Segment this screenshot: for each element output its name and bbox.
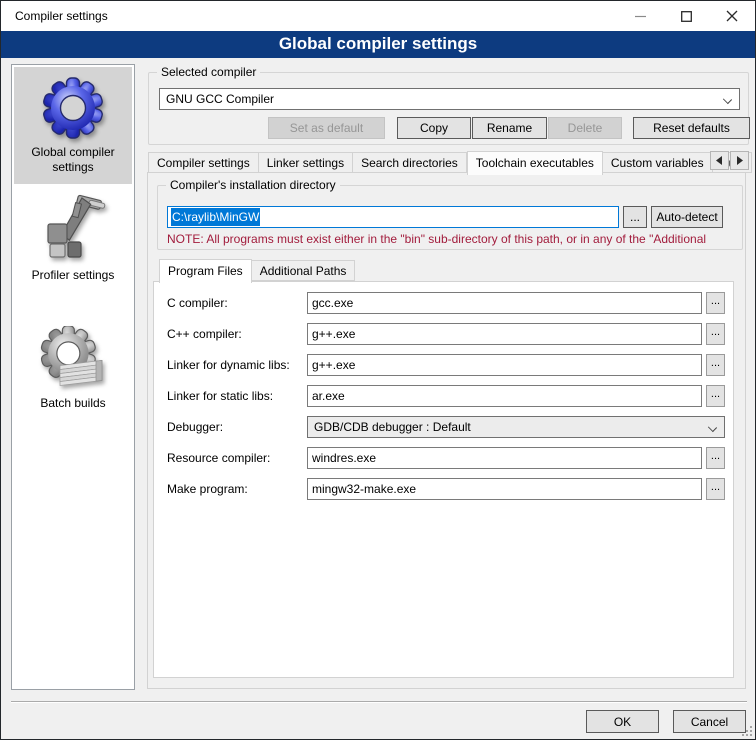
caliper-icon [40,194,106,264]
static-linker-label: Linker for static libs: [167,385,273,407]
tab-scroll-buttons [709,151,749,170]
sidebar-item-profiler-settings[interactable]: Profiler settings [14,186,132,292]
close-button[interactable] [709,1,755,31]
c-compiler-browse-button[interactable]: ... [706,292,725,314]
dynamic-linker-input[interactable] [307,354,702,376]
cpp-compiler-input[interactable] [307,323,702,345]
minimize-button[interactable] [617,1,663,31]
installation-directory-input[interactable]: C:\raylib\MinGW [167,206,619,228]
settings-category-list: Global compiler settings Profiler settin… [11,64,135,690]
resource-compiler-input[interactable] [307,447,702,469]
subtab-program-files[interactable]: Program Files [159,259,252,283]
tab-search-directories[interactable]: Search directories [353,152,467,173]
debugger-select-value: GDB/CDB debugger : Default [314,420,471,434]
ok-button[interactable]: OK [586,710,659,733]
selected-compiler-group: Selected compiler GNU GCC Compiler Set a… [148,72,749,145]
minimize-icon [635,11,646,22]
compiler-settings-window: Compiler settings Global compiler settin… [0,0,756,740]
tab-right-arrow-icon [736,156,743,165]
c-compiler-input[interactable] [307,292,702,314]
bin-subdirectory-note: NOTE: All programs must exist either in … [167,232,743,246]
titlebar[interactable]: Compiler settings [1,1,755,31]
footer-divider [11,701,747,703]
subtab-additional-paths[interactable]: Additional Paths [252,260,356,281]
chevron-down-icon [723,95,732,104]
window-title: Compiler settings [15,1,108,31]
tab-scroll-right-button[interactable] [730,151,749,170]
c-compiler-label: C compiler: [167,292,228,314]
cpp-compiler-label: C++ compiler: [167,323,242,345]
dynamic-linker-label: Linker for dynamic libs: [167,354,290,376]
program-files-page: C compiler: ... C++ compiler: ... Linker… [153,281,734,678]
gear-stack-icon [40,326,106,392]
debugger-select[interactable]: GDB/CDB debugger : Default [307,416,725,438]
static-linker-browse-button[interactable]: ... [706,385,725,407]
static-linker-input[interactable] [307,385,702,407]
tab-custom-variables[interactable]: Custom variables [603,152,713,173]
reset-defaults-button[interactable]: Reset defaults [633,117,750,139]
make-program-input[interactable] [307,478,702,500]
installation-directory-group-label: Compiler's installation directory [166,178,340,192]
blue-gear-icon [40,75,106,141]
selected-compiler-group-label: Selected compiler [157,65,260,79]
sidebar-item-global-compiler-settings[interactable]: Global compiler settings [14,67,132,184]
maximize-button[interactable] [663,1,709,31]
page-title: Global compiler settings [1,31,755,58]
debugger-label: Debugger: [167,416,223,438]
resize-grip[interactable] [742,726,753,737]
delete-button[interactable]: Delete [548,117,622,139]
settings-tabbar: Compiler settings Linker settings Search… [148,151,752,173]
compiler-select-value: GNU GCC Compiler [166,92,274,106]
make-program-label: Make program: [167,478,248,500]
dynamic-linker-browse-button[interactable]: ... [706,354,725,376]
sidebar-item-label: Profiler settings [14,268,132,283]
close-icon [726,10,738,22]
tab-linker-settings[interactable]: Linker settings [259,152,353,173]
sidebar-item-batch-builds[interactable]: Batch builds [14,318,132,420]
sidebar-item-label: Batch builds [14,396,132,411]
cancel-button[interactable]: Cancel [673,710,746,733]
auto-detect-button[interactable]: Auto-detect [651,206,723,228]
set-as-default-button[interactable]: Set as default [268,117,385,139]
tab-left-arrow-icon [716,156,723,165]
sidebar-item-label: Global compiler settings [14,145,132,175]
tab-scroll-left-button[interactable] [710,151,729,170]
make-program-browse-button[interactable]: ... [706,478,725,500]
installation-directory-value: C:\raylib\MinGW [171,208,260,226]
browse-directory-button[interactable]: ... [623,206,647,228]
tab-toolchain-executables[interactable]: Toolchain executables [467,151,603,175]
toolchain-subtabbar: Program Files Additional Paths [159,259,355,281]
rename-button[interactable]: Rename [472,117,547,139]
tab-compiler-settings[interactable]: Compiler settings [148,152,259,173]
cpp-compiler-browse-button[interactable]: ... [706,323,725,345]
resource-compiler-label: Resource compiler: [167,447,270,469]
resource-compiler-browse-button[interactable]: ... [706,447,725,469]
chevron-down-icon [708,423,717,432]
compiler-select[interactable]: GNU GCC Compiler [159,88,740,110]
copy-button[interactable]: Copy [397,117,471,139]
maximize-icon [681,11,692,22]
